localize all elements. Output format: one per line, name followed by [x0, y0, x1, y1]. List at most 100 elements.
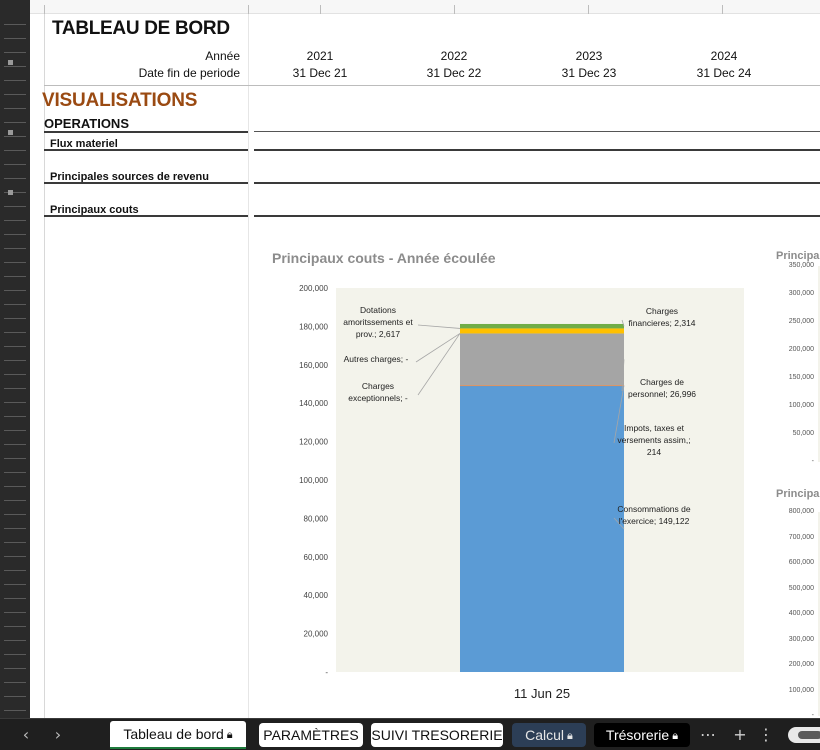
y-tick-label: 80,000: [304, 514, 329, 523]
tab-calcul[interactable]: Calcul 🔒︎: [512, 723, 586, 747]
outline-tick: [4, 108, 26, 109]
side-chart-1[interactable]: Principa - 50,000 100,000 150,000 200,000 250…: [774, 246, 820, 466]
outline-tick: [4, 80, 26, 81]
horizontal-scrollbar[interactable]: [788, 727, 820, 743]
outline-marker[interactable]: [8, 60, 13, 65]
outline-tick: [4, 332, 26, 333]
visualisations-heading: VISUALISATIONS: [42, 90, 198, 111]
outline-tick: [4, 304, 26, 305]
section-rule: [254, 182, 820, 184]
outline-tick: [4, 66, 26, 67]
side-chart-1-title: Principa: [776, 250, 820, 262]
tab-tresorerie[interactable]: Trésorerie 🔒︎: [594, 723, 690, 747]
year-2023: 2023: [575, 49, 603, 63]
column-ruler: [30, 0, 820, 14]
scrollbar-thumb[interactable]: [798, 731, 820, 739]
outline-tick: [4, 696, 26, 697]
outline-tick: [4, 346, 26, 347]
outline-tick: [4, 402, 26, 403]
y-tick-label: 140,000: [299, 399, 328, 408]
side-y-tick-label: 400,000: [788, 610, 814, 617]
outline-tick: [4, 654, 26, 655]
worksheet[interactable]: TABLEAU DE BORD Année Date fin de period…: [30, 0, 820, 718]
side-y-tick-label: 600,000: [788, 559, 814, 566]
outline-marker[interactable]: [8, 130, 13, 135]
outline-tick: [4, 122, 26, 123]
outline-tick: [4, 640, 26, 641]
outline-tick: [4, 612, 26, 613]
vertical-dots-icon[interactable]: ⋮: [756, 725, 776, 745]
outline-gutter: [0, 0, 30, 718]
y-tick-label: 60,000: [304, 553, 329, 562]
outline-tick: [4, 94, 26, 95]
side-y-tick-label: 50,000: [792, 430, 814, 437]
outline-tick: [4, 668, 26, 669]
more-icon[interactable]: ⋯: [698, 725, 718, 745]
year-2024: 2024: [710, 49, 738, 63]
outline-tick: [4, 248, 26, 249]
side-y-tick-label: 700,000: [788, 533, 814, 541]
bar-segment-2: [460, 333, 624, 386]
side-chart-2-title: Principa: [776, 488, 820, 500]
lock-icon: 🔒︎: [226, 729, 233, 741]
outline-tick: [4, 528, 26, 529]
outline-tick: [4, 262, 26, 263]
tab-suivi-tresorerie[interactable]: SUIVI TRESORERIE: [371, 723, 503, 747]
period-end-2023: 31 Dec 23: [561, 66, 617, 80]
ruler-tick: [44, 5, 45, 14]
outline-tick: [4, 150, 26, 151]
outline-tick: [4, 24, 26, 25]
y-tick-label: 40,000: [304, 591, 329, 600]
year-2021: 2021: [306, 49, 334, 63]
outline-tick: [4, 164, 26, 165]
side-y-tick-label: 150,000: [788, 374, 814, 381]
side-y-tick-label: 200,000: [788, 661, 814, 668]
side-chart-2[interactable]: Principa -100,000 200,000 300,000 400,000 50…: [774, 484, 820, 718]
outline-tick: [4, 38, 26, 39]
chevron-left-icon[interactable]: ‹: [16, 725, 36, 745]
section-rule: [44, 131, 248, 133]
section-rule: [254, 149, 820, 151]
outline-tick: [4, 136, 26, 137]
y-tick-label: 200,000: [299, 284, 328, 293]
outline-tick: [4, 710, 26, 711]
chevron-right-icon[interactable]: ›: [48, 725, 68, 745]
tab-label: Trésorerie: [605, 727, 670, 743]
outline-tick: [4, 318, 26, 319]
operations-heading: OPERATIONS: [44, 116, 129, 131]
outline-tick: [4, 374, 26, 375]
y-tick-label: 180,000: [299, 322, 328, 331]
add-sheet-icon[interactable]: +: [730, 725, 750, 745]
outline-tick: [4, 52, 26, 53]
outline-tick: [4, 682, 26, 683]
side-y-tick-label: 100,000: [788, 402, 814, 409]
outline-marker[interactable]: [8, 190, 13, 195]
period-end-2022: 31 Dec 22: [426, 66, 482, 80]
costs-chart[interactable]: Principaux couts - Année écoulée -20,000…: [252, 236, 752, 718]
lock-icon: 🔒︎: [567, 730, 573, 742]
side-y-tick-label: 200,000: [788, 346, 814, 353]
tab-label: PARAMÈTRES: [263, 727, 359, 743]
tab-label: SUIVI TRESORERIE: [371, 727, 503, 743]
tab-parametres[interactable]: PARAMÈTRES: [259, 723, 363, 747]
side-y-tick-label: 250,000: [788, 318, 814, 325]
outline-tick: [4, 206, 26, 207]
year-2022: 2022: [440, 49, 468, 63]
bar-segment-6: [460, 323, 624, 329]
outline-tick: [4, 486, 26, 487]
y-tick-label: 160,000: [299, 361, 328, 370]
bar-segment-0: [460, 385, 624, 672]
outline-tick: [4, 472, 26, 473]
outline-tick: [4, 178, 26, 179]
section-rule: [254, 215, 820, 217]
side-y-tick-label: 300,000: [788, 290, 814, 297]
tab-label: Tableau de bord: [123, 726, 224, 742]
side-y-tick-label: 100,000: [788, 686, 814, 694]
outline-tick: [4, 626, 26, 627]
ruler-tick: [588, 5, 589, 14]
outline-tick: [4, 458, 26, 459]
outline-tick: [4, 598, 26, 599]
tab-tableau-de-bord[interactable]: Tableau de bord 🔒︎: [110, 721, 246, 749]
year-label: Année: [205, 49, 240, 63]
outline-tick: [4, 360, 26, 361]
